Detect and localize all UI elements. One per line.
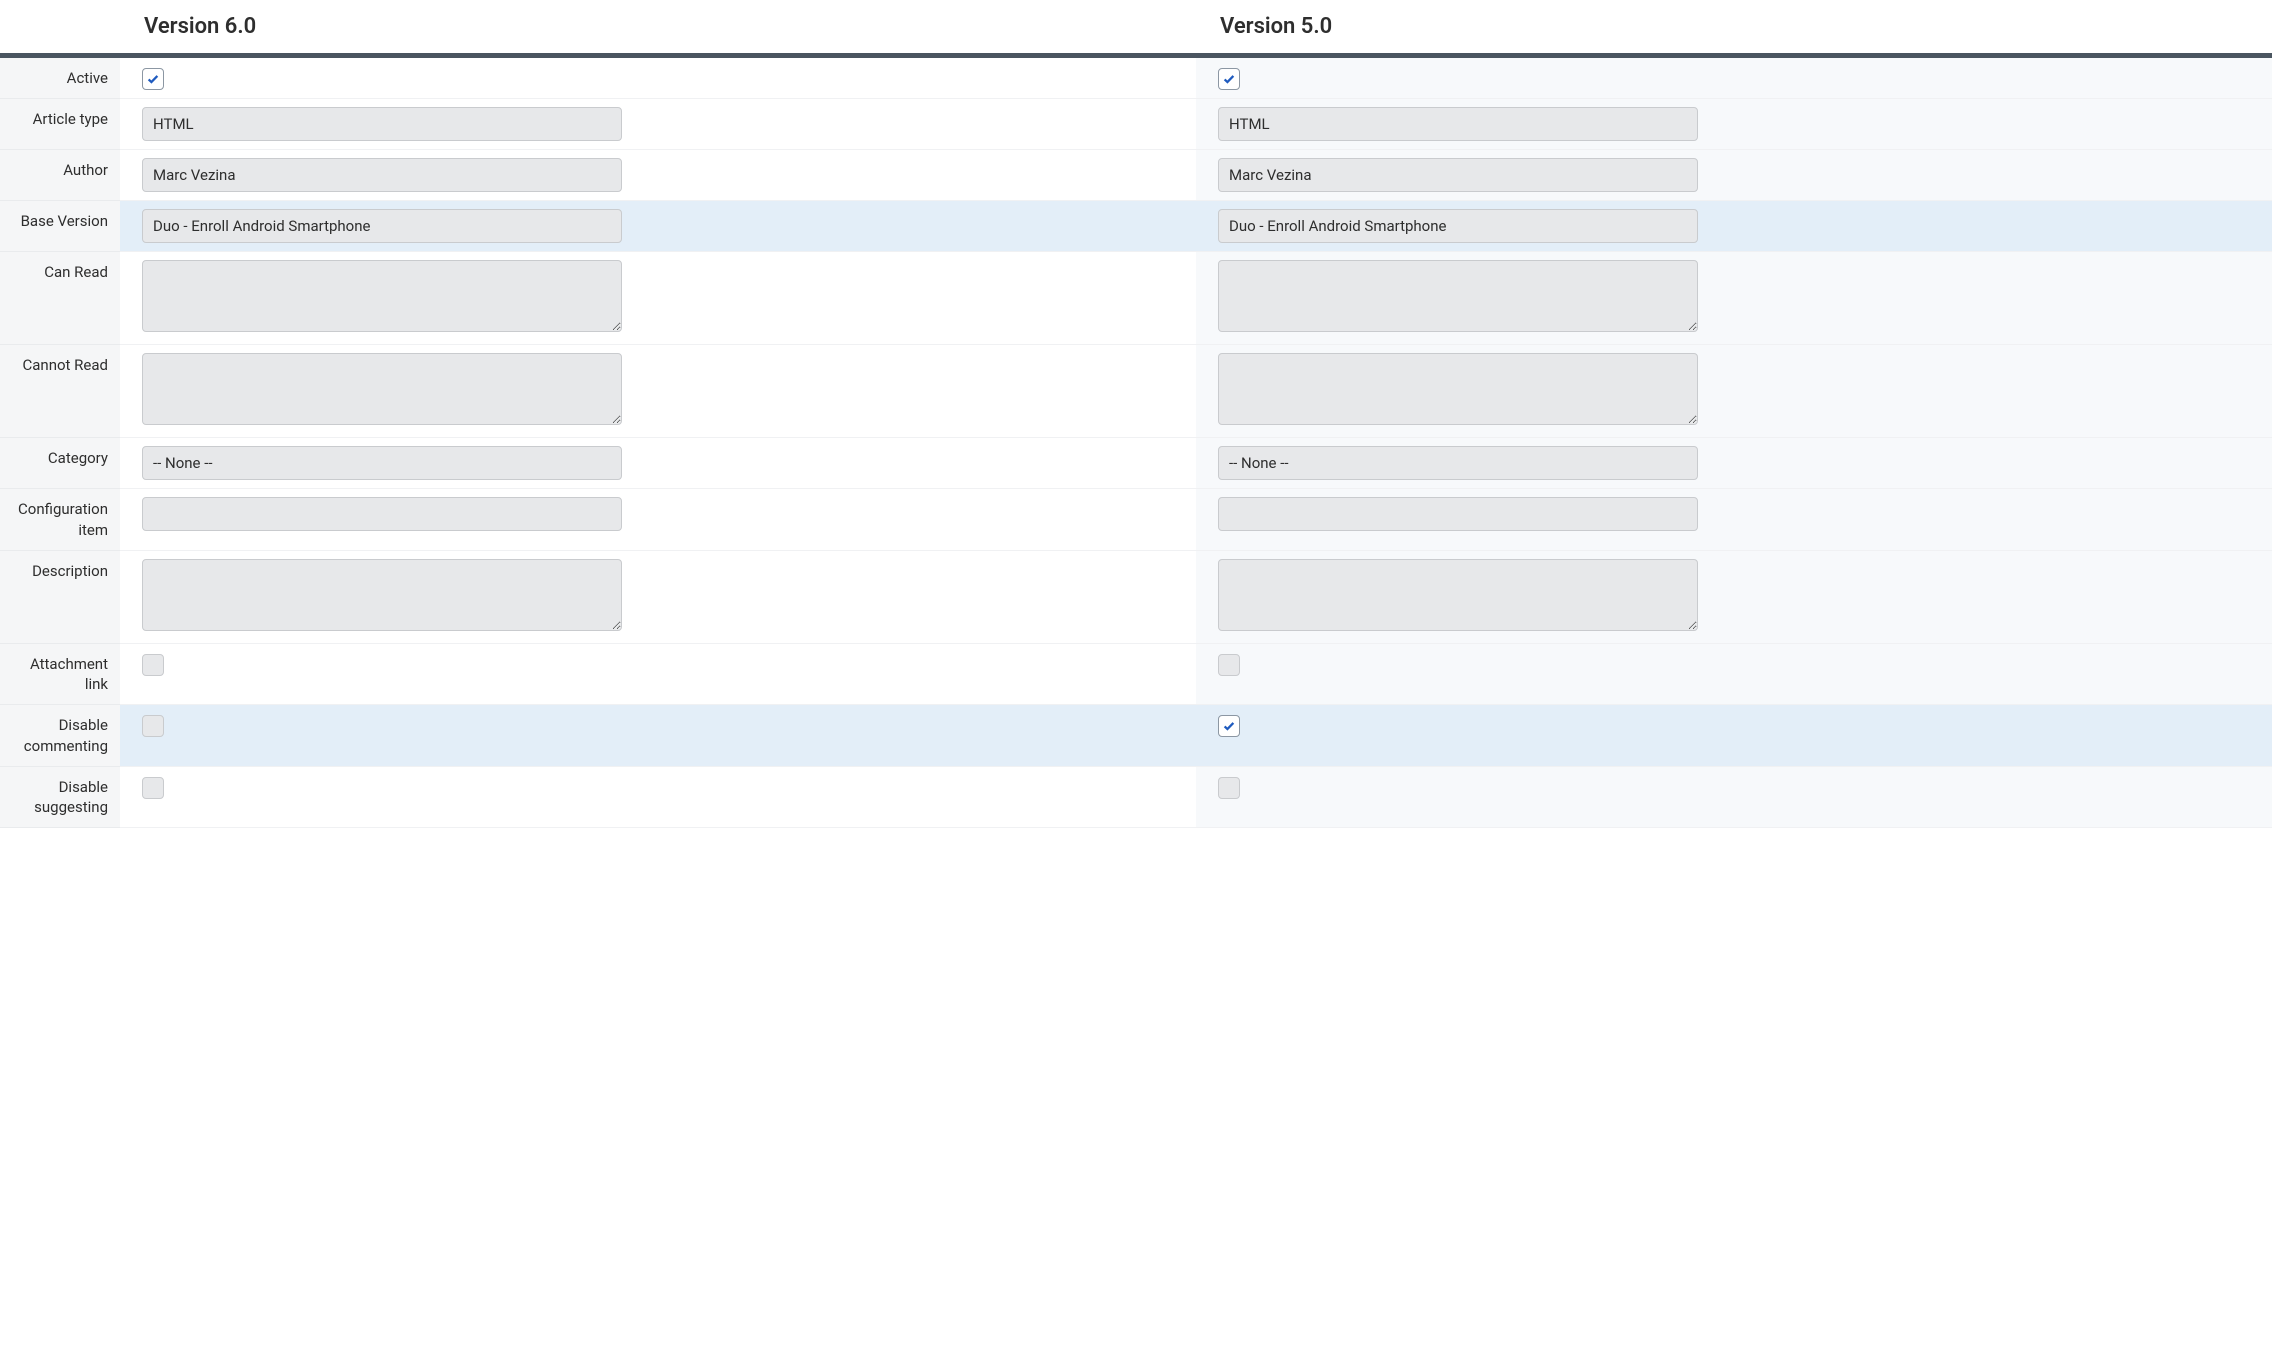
active-checkbox-right[interactable]: [1218, 68, 1240, 90]
cannot-read-textarea-left[interactable]: [142, 353, 622, 425]
row-active: Active: [0, 58, 2272, 99]
category-input-right[interactable]: [1218, 446, 1698, 480]
disable-suggesting-checkbox-left[interactable]: [142, 777, 164, 799]
row-attachment-link: Attachment link: [0, 643, 2272, 705]
row-category: Category: [0, 438, 2272, 489]
disable-commenting-checkbox-left[interactable]: [142, 715, 164, 737]
attachment-link-checkbox-left[interactable]: [142, 654, 164, 676]
version-compare-table: Version 6.0 Version 5.0 Active Article t…: [0, 0, 2272, 828]
check-icon: [1222, 719, 1236, 733]
row-disable-commenting: Disable commenting: [0, 705, 2272, 767]
configuration-item-input-right[interactable]: [1218, 497, 1698, 531]
header-version-right: Version 5.0: [1196, 0, 2272, 53]
label-article-type: Article type: [0, 99, 120, 150]
label-attachment-link: Attachment link: [0, 643, 120, 705]
header-version-left: Version 6.0: [120, 0, 1196, 53]
attachment-link-checkbox-right[interactable]: [1218, 654, 1240, 676]
check-icon: [146, 72, 160, 86]
row-cannot-read: Cannot Read: [0, 345, 2272, 438]
row-author: Author: [0, 150, 2272, 201]
check-icon: [1222, 72, 1236, 86]
can-read-textarea-right[interactable]: [1218, 260, 1698, 332]
label-base-version: Base Version: [0, 201, 120, 252]
base-version-input-left[interactable]: [142, 209, 622, 243]
label-description: Description: [0, 550, 120, 643]
label-cannot-read: Cannot Read: [0, 345, 120, 438]
label-disable-suggesting: Disable suggesting: [0, 766, 120, 828]
header-empty-cell: [0, 0, 120, 53]
label-disable-commenting: Disable commenting: [0, 705, 120, 767]
article-type-input-right[interactable]: [1218, 107, 1698, 141]
version-header-row: Version 6.0 Version 5.0: [0, 0, 2272, 53]
can-read-textarea-left[interactable]: [142, 260, 622, 332]
label-category: Category: [0, 438, 120, 489]
label-author: Author: [0, 150, 120, 201]
author-input-right[interactable]: [1218, 158, 1698, 192]
row-disable-suggesting: Disable suggesting: [0, 766, 2272, 828]
row-description: Description: [0, 550, 2272, 643]
author-input-left[interactable]: [142, 158, 622, 192]
disable-commenting-checkbox-right[interactable]: [1218, 715, 1240, 737]
article-type-input-left[interactable]: [142, 107, 622, 141]
row-article-type: Article type: [0, 99, 2272, 150]
description-textarea-right[interactable]: [1218, 559, 1698, 631]
active-checkbox-left[interactable]: [142, 68, 164, 90]
category-input-left[interactable]: [142, 446, 622, 480]
row-configuration-item: Configuration item: [0, 489, 2272, 551]
row-base-version: Base Version: [0, 201, 2272, 252]
row-can-read: Can Read: [0, 252, 2272, 345]
cannot-read-textarea-right[interactable]: [1218, 353, 1698, 425]
label-configuration-item: Configuration item: [0, 489, 120, 551]
label-can-read: Can Read: [0, 252, 120, 345]
base-version-input-right[interactable]: [1218, 209, 1698, 243]
configuration-item-input-left[interactable]: [142, 497, 622, 531]
description-textarea-left[interactable]: [142, 559, 622, 631]
label-active: Active: [0, 58, 120, 99]
disable-suggesting-checkbox-right[interactable]: [1218, 777, 1240, 799]
